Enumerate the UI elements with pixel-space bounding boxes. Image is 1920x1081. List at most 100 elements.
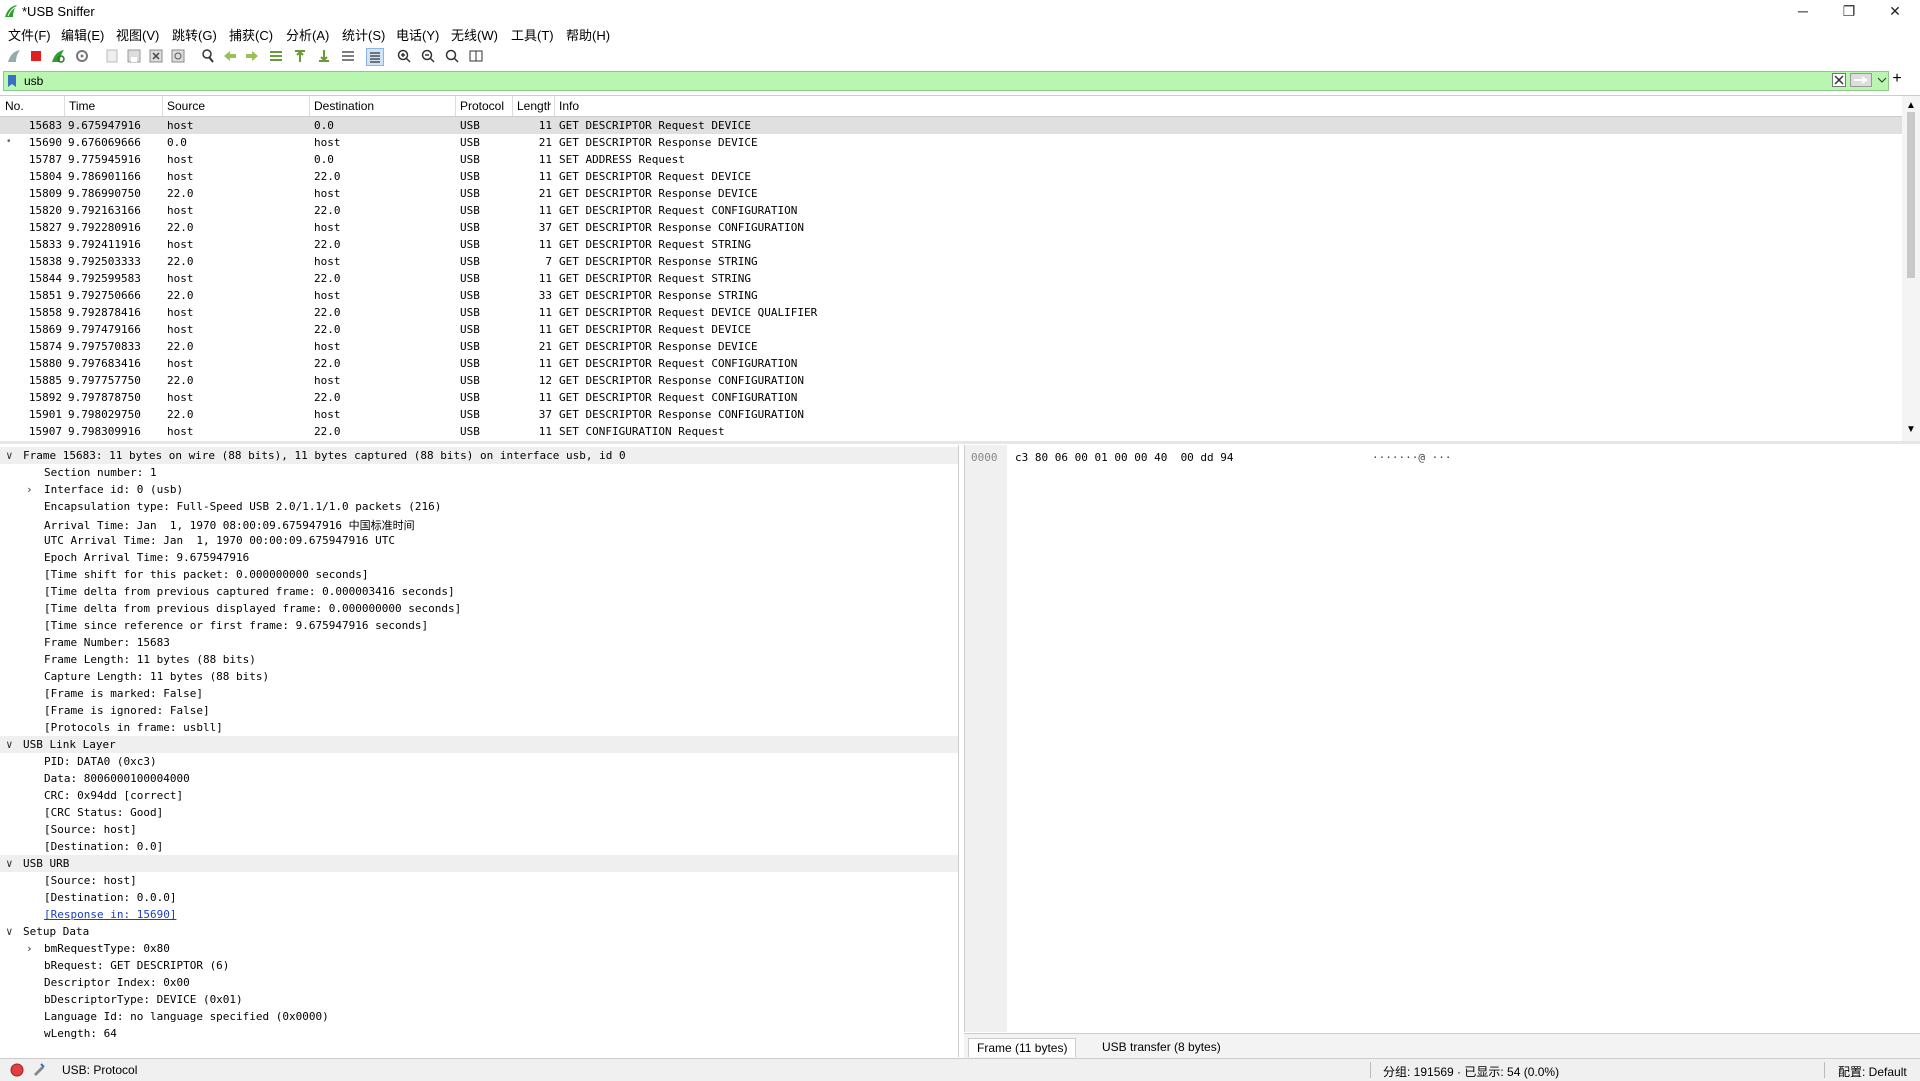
chevron-down-icon[interactable] bbox=[1876, 73, 1888, 87]
zoom-out-icon[interactable] bbox=[420, 48, 436, 64]
tree-field[interactable]: bDescriptorType: DEVICE (0x01) bbox=[0, 991, 958, 1008]
table-row[interactable]: 15683 9.675947916 host 0.0 USB 11 GET DESCRIPT… bbox=[0, 117, 1902, 134]
tree-field[interactable]: wLength: 64 bbox=[0, 1025, 958, 1042]
column-header-time[interactable]: Time bbox=[69, 99, 95, 113]
tree-field[interactable]: CRC: 0x94dd [correct] bbox=[0, 787, 958, 804]
tree-section[interactable]: ∨ Setup Data bbox=[0, 923, 958, 940]
column-header-info[interactable]: Info bbox=[559, 99, 579, 113]
find-packet-icon[interactable] bbox=[200, 48, 216, 64]
table-row[interactable]: • 15690 9.676069666 0.0 host USB 21 GET DESCRIP… bbox=[0, 134, 1902, 151]
chevron-down-icon[interactable]: ∨ bbox=[6, 925, 13, 938]
tree-field[interactable]: PID: DATA0 (0xc3) bbox=[0, 753, 958, 770]
table-row[interactable]: 15844 9.792599583 host 22.0 USB 11 GET DESCRIP… bbox=[0, 270, 1902, 287]
table-row[interactable]: 15907 9.798309916 host 22.0 USB 11 SET CONFIGU… bbox=[0, 423, 1902, 440]
colorize-icon[interactable] bbox=[366, 48, 384, 66]
add-filter-button[interactable]: + bbox=[1890, 70, 1904, 88]
tree-section[interactable]: ∨ USB Link Layer bbox=[0, 736, 958, 753]
column-header-source[interactable]: Source bbox=[167, 99, 205, 113]
table-row[interactable]: 15892 9.797878750 host 22.0 USB 11 GET DESCRIP… bbox=[0, 389, 1902, 406]
tree-field[interactable]: [Time shift for this packet: 0.000000000… bbox=[0, 566, 958, 583]
minimize-button[interactable]: ─ bbox=[1780, 0, 1826, 22]
scroll-down-icon[interactable]: ▼ bbox=[1906, 424, 1916, 435]
tree-field[interactable]: [Time since reference or first frame: 9.… bbox=[0, 617, 958, 634]
table-row[interactable]: 15851 9.792750666 22.0 host USB 33 GET DESCRIP… bbox=[0, 287, 1902, 304]
tree-field[interactable]: [Frame is ignored: False] bbox=[0, 702, 958, 719]
chevron-down-icon[interactable]: ∨ bbox=[6, 449, 13, 462]
tree-field[interactable]: Frame Length: 11 bytes (88 bits) bbox=[0, 651, 958, 668]
menu-analyze[interactable]: 分析(A) bbox=[286, 25, 329, 44]
tree-field[interactable]: [Source: host] bbox=[0, 821, 958, 838]
tree-field[interactable]: Data: 8006000100004000 bbox=[0, 770, 958, 787]
capture-options-icon[interactable] bbox=[74, 48, 90, 64]
table-row[interactable]: 15874 9.797570833 22.0 host USB 21 GET DESCRIP… bbox=[0, 338, 1902, 355]
go-forward-icon[interactable] bbox=[244, 48, 260, 64]
table-row[interactable]: 15885 9.797757750 22.0 host USB 12 GET DESCRIP… bbox=[0, 372, 1902, 389]
pane-splitter[interactable] bbox=[0, 441, 1920, 444]
bytes-hex[interactable]: c3 80 06 00 01 00 00 40 00 dd 94 bbox=[1015, 451, 1234, 464]
tree-field[interactable]: bRequest: GET DESCRIPTOR (6) bbox=[0, 957, 958, 974]
shark-fin-start-icon[interactable] bbox=[6, 48, 22, 64]
apply-filter-arrow-icon[interactable] bbox=[1850, 73, 1872, 87]
column-header-protocol[interactable]: Protocol bbox=[460, 99, 504, 113]
tree-field[interactable]: › Interface id: 0 (usb) bbox=[0, 481, 958, 498]
resize-columns-icon[interactable] bbox=[468, 48, 484, 64]
restart-capture-icon[interactable] bbox=[50, 48, 66, 64]
go-to-packet-icon[interactable] bbox=[268, 48, 284, 64]
column-header-length[interactable]: Length bbox=[517, 99, 551, 113]
zoom-in-icon[interactable] bbox=[396, 48, 412, 64]
tree-field[interactable]: Arrival Time: Jan 1, 1970 08:00:09.67594… bbox=[0, 515, 958, 532]
tree-field[interactable]: › bmRequestType: 0x80 bbox=[0, 940, 958, 957]
scroll-up-icon[interactable]: ▲ bbox=[1906, 100, 1916, 111]
table-row[interactable]: 15858 9.792878416 host 22.0 USB 11 GET DESCRIP… bbox=[0, 304, 1902, 321]
menu-go[interactable]: 跳转(G) bbox=[172, 25, 217, 44]
tree-field[interactable]: Section number: 1 bbox=[0, 464, 958, 481]
menu-help[interactable]: 帮助(H) bbox=[566, 25, 610, 44]
tree-field[interactable]: [Source: host] bbox=[0, 872, 958, 889]
table-row[interactable]: 15804 9.786901166 host 22.0 USB 11 GET DESCRIP… bbox=[0, 168, 1902, 185]
save-file-icon[interactable] bbox=[126, 48, 142, 64]
tree-field[interactable]: Frame Number: 15683 bbox=[0, 634, 958, 651]
table-row[interactable]: 15880 9.797683416 host 22.0 USB 11 GET DESCRIP… bbox=[0, 355, 1902, 372]
table-row[interactable]: 15833 9.792411916 host 22.0 USB 11 GET DESCRIP… bbox=[0, 236, 1902, 253]
tree-field[interactable]: Capture Length: 11 bytes (88 bits) bbox=[0, 668, 958, 685]
tree-field[interactable]: Epoch Arrival Time: 9.675947916 bbox=[0, 549, 958, 566]
table-row[interactable]: 15809 9.786990750 22.0 host USB 21 GET DESCRIP… bbox=[0, 185, 1902, 202]
menu-capture[interactable]: 捕获(C) bbox=[229, 25, 273, 44]
tree-field[interactable]: UTC Arrival Time: Jan 1, 1970 00:00:09.6… bbox=[0, 532, 958, 549]
column-header-destination[interactable]: Destination bbox=[314, 99, 374, 113]
scrollbar-thumb[interactable] bbox=[1907, 112, 1915, 278]
tree-field[interactable]: [Destination: 0.0.0] bbox=[0, 889, 958, 906]
reload-file-icon[interactable] bbox=[170, 48, 186, 64]
tree-section[interactable]: ∨ USB URB bbox=[0, 855, 958, 872]
chevron-right-icon[interactable]: › bbox=[26, 483, 33, 496]
open-file-icon[interactable] bbox=[104, 48, 120, 64]
menu-view[interactable]: 视图(V) bbox=[116, 25, 159, 44]
tree-field[interactable]: [CRC Status: Good] bbox=[0, 804, 958, 821]
menu-file[interactable]: 文件(F) bbox=[8, 25, 51, 44]
go-back-icon[interactable] bbox=[222, 48, 238, 64]
menu-statistics[interactable]: 统计(S) bbox=[342, 25, 385, 44]
tree-section[interactable]: ∨ Frame 15683: 11 bytes on wire (88 bits)… bbox=[0, 447, 958, 464]
tree-field[interactable]: Language Id: no language specified (0x00… bbox=[0, 1008, 958, 1025]
menu-wireless[interactable]: 无线(W) bbox=[451, 25, 498, 44]
table-row[interactable]: 15787 9.775945916 host 0.0 USB 11 SET ADDRESS … bbox=[0, 151, 1902, 168]
table-row[interactable]: 15838 9.792503333 22.0 host USB 7 GET DESCRIPT… bbox=[0, 253, 1902, 270]
close-file-icon[interactable] bbox=[148, 48, 164, 64]
tab-frame-bytes[interactable]: Frame (11 bytes) bbox=[968, 1038, 1077, 1057]
clear-filter-icon[interactable] bbox=[1832, 73, 1846, 87]
tree-field[interactable]: [Time delta from previous captured frame… bbox=[0, 583, 958, 600]
auto-scroll-icon[interactable] bbox=[340, 48, 356, 64]
column-header-no[interactable]: No. bbox=[5, 99, 24, 113]
restore-button[interactable]: ❐ bbox=[1826, 0, 1872, 22]
tree-field[interactable]: [Response in: 15690] bbox=[0, 906, 958, 923]
go-first-icon[interactable] bbox=[292, 48, 308, 64]
tab-usb-transfer-bytes[interactable]: USB transfer (8 bytes) bbox=[1094, 1038, 1229, 1056]
chevron-down-icon[interactable]: ∨ bbox=[6, 738, 13, 751]
menu-tools[interactable]: 工具(T) bbox=[511, 25, 554, 44]
table-row[interactable]: 15901 9.798029750 22.0 host USB 37 GET DESCRIP… bbox=[0, 406, 1902, 423]
tree-field[interactable]: [Time delta from previous displayed fram… bbox=[0, 600, 958, 617]
stop-capture-icon[interactable] bbox=[28, 48, 44, 64]
table-row[interactable]: 15869 9.797479166 host 22.0 USB 11 GET DESCRIP… bbox=[0, 321, 1902, 338]
tree-field[interactable]: Descriptor Index: 0x00 bbox=[0, 974, 958, 991]
status-profile[interactable]: 配置: Default bbox=[1838, 1063, 1907, 1080]
